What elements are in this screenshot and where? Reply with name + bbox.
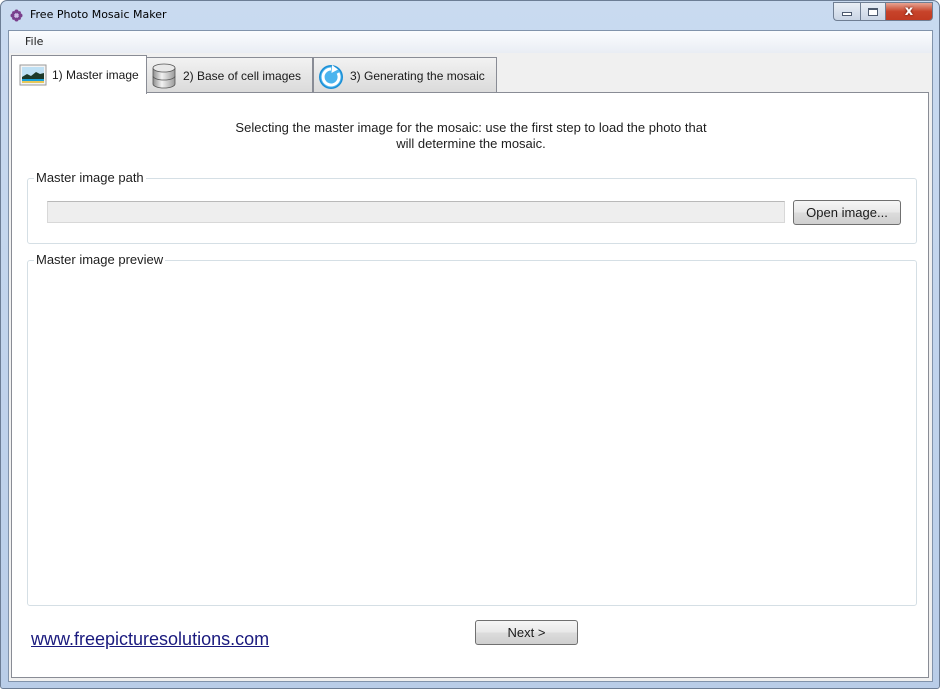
- master-image-panel: Selecting the master image for the mosai…: [11, 92, 929, 678]
- instructions-text: Selecting the master image for the mosai…: [12, 120, 930, 152]
- window-title: Free Photo Mosaic Maker: [30, 8, 167, 21]
- app-window: Free Photo Mosaic Maker x File 1) Master…: [0, 0, 940, 689]
- tab-label: 3) Generating the mosaic: [350, 68, 485, 83]
- group-legend: Master image path: [34, 170, 146, 185]
- maximize-button[interactable]: [860, 2, 886, 21]
- website-link[interactable]: www.freepicturesolutions.com: [31, 629, 269, 650]
- title-bar[interactable]: Free Photo Mosaic Maker x: [1, 1, 939, 29]
- app-flower-icon: [10, 9, 23, 22]
- open-image-button[interactable]: Open image...: [793, 200, 901, 225]
- master-image-path-group: Master image path Open image...: [27, 170, 917, 244]
- close-icon: x: [904, 4, 914, 19]
- tab-label: 1) Master image: [52, 68, 139, 82]
- instructions-line-1: Selecting the master image for the mosai…: [235, 120, 707, 135]
- menu-bar: File: [9, 31, 932, 53]
- database-icon: [152, 63, 176, 88]
- menu-file[interactable]: File: [19, 35, 49, 48]
- window-controls: x: [833, 2, 933, 22]
- tab-label: 2) Base of cell images: [183, 68, 302, 83]
- master-image-preview-group: Master image preview: [27, 252, 917, 606]
- next-button[interactable]: Next >: [475, 620, 578, 645]
- tab-base-of-cell-images[interactable]: 2) Base of cell images: [146, 57, 313, 93]
- image-path-field[interactable]: [47, 201, 785, 223]
- group-legend: Master image preview: [34, 252, 166, 267]
- client-area: File 1) Master image 2) Base of cell ima…: [8, 30, 933, 682]
- tab-strip: 1) Master image 2) Base of cell images 3…: [9, 53, 932, 95]
- maximize-icon: [868, 7, 878, 16]
- minimize-button[interactable]: [833, 2, 860, 21]
- close-button[interactable]: x: [886, 2, 933, 21]
- tab-master-image[interactable]: 1) Master image: [11, 55, 147, 94]
- minimize-icon: [842, 12, 852, 16]
- refresh-arrow-icon: [319, 64, 343, 89]
- tab-generating-the-mosaic[interactable]: 3) Generating the mosaic: [313, 57, 497, 93]
- instructions-line-2: will determine the mosaic.: [396, 136, 546, 151]
- landscape-picture-icon: [19, 64, 47, 86]
